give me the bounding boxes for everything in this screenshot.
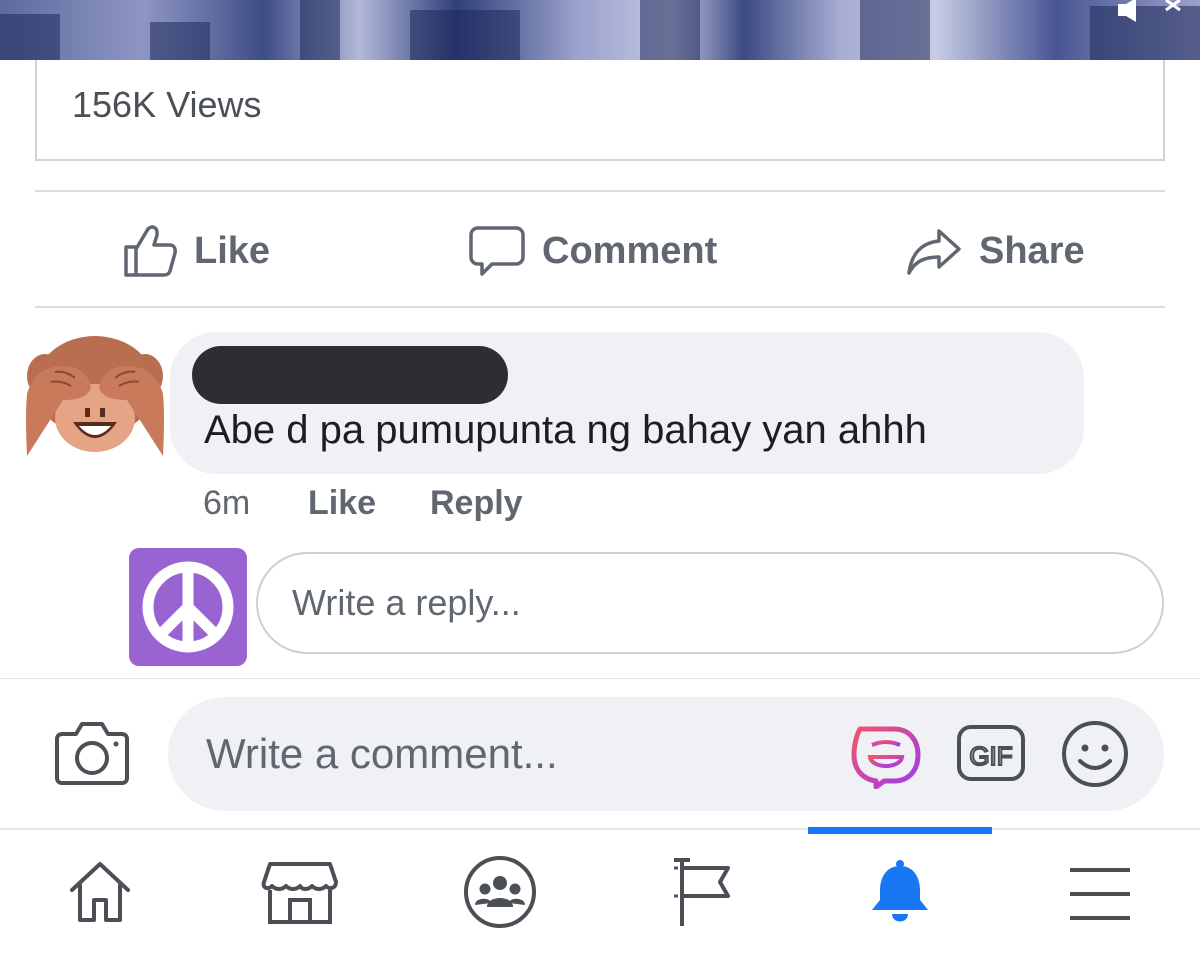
comment-input[interactable] [168, 697, 828, 811]
views-box: 156K Views [35, 60, 1165, 161]
nav-pages[interactable] [660, 852, 740, 932]
comment-text: Abe d pa pumupunta ng bahay yan ahhh [204, 408, 927, 452]
comment-button[interactable]: Comment [468, 218, 717, 284]
menu-icon [1070, 868, 1130, 920]
divider [35, 190, 1165, 192]
nav-notifications[interactable] [860, 852, 940, 932]
thumbs-up-icon [124, 225, 177, 277]
close-icon[interactable] [1160, 0, 1186, 22]
see-no-evil-monkey-icon[interactable] [25, 326, 165, 460]
share-button[interactable]: Share [905, 218, 1085, 284]
avatar-sticker-icon[interactable] [850, 721, 922, 789]
peace-symbol-icon [142, 561, 234, 653]
notifications-bell-icon [872, 860, 928, 922]
comment-like-link[interactable]: Like [308, 484, 376, 523]
active-tab-indicator [808, 827, 992, 834]
comment-reply-link[interactable]: Reply [430, 484, 523, 523]
share-label: Share [979, 229, 1085, 272]
nav-home[interactable] [60, 852, 140, 932]
reply-input[interactable] [256, 552, 1164, 654]
speaker-icon[interactable] [1118, 0, 1148, 26]
home-icon [70, 862, 130, 922]
comment-label: Comment [542, 229, 718, 272]
video-thumbnail[interactable] [0, 0, 1200, 60]
like-button[interactable]: Like [122, 218, 270, 284]
like-label: Like [194, 229, 271, 272]
groups-icon [464, 856, 536, 928]
share-arrow-icon [907, 229, 961, 275]
redacted-author-name [192, 346, 508, 404]
gif-icon[interactable]: GIF [955, 721, 1027, 785]
view-count: 156K Views [72, 84, 262, 125]
speech-bubble-icon [469, 226, 525, 276]
comment-bubble[interactable]: Abe d pa pumupunta ng bahay yan ahhh [170, 332, 1084, 474]
comment-timestamp: 6m [203, 484, 251, 522]
emoji-icon[interactable] [1060, 719, 1130, 789]
bottom-navigation [0, 828, 1200, 957]
gif-label: GIF [969, 741, 1012, 771]
divider [35, 306, 1165, 308]
marketplace-icon [261, 862, 338, 924]
nav-marketplace[interactable] [260, 852, 340, 932]
nav-groups[interactable] [460, 852, 540, 932]
nav-menu[interactable] [1060, 852, 1140, 932]
pages-flag-icon [674, 858, 730, 926]
camera-icon[interactable] [54, 716, 130, 788]
user-avatar[interactable] [129, 548, 247, 666]
